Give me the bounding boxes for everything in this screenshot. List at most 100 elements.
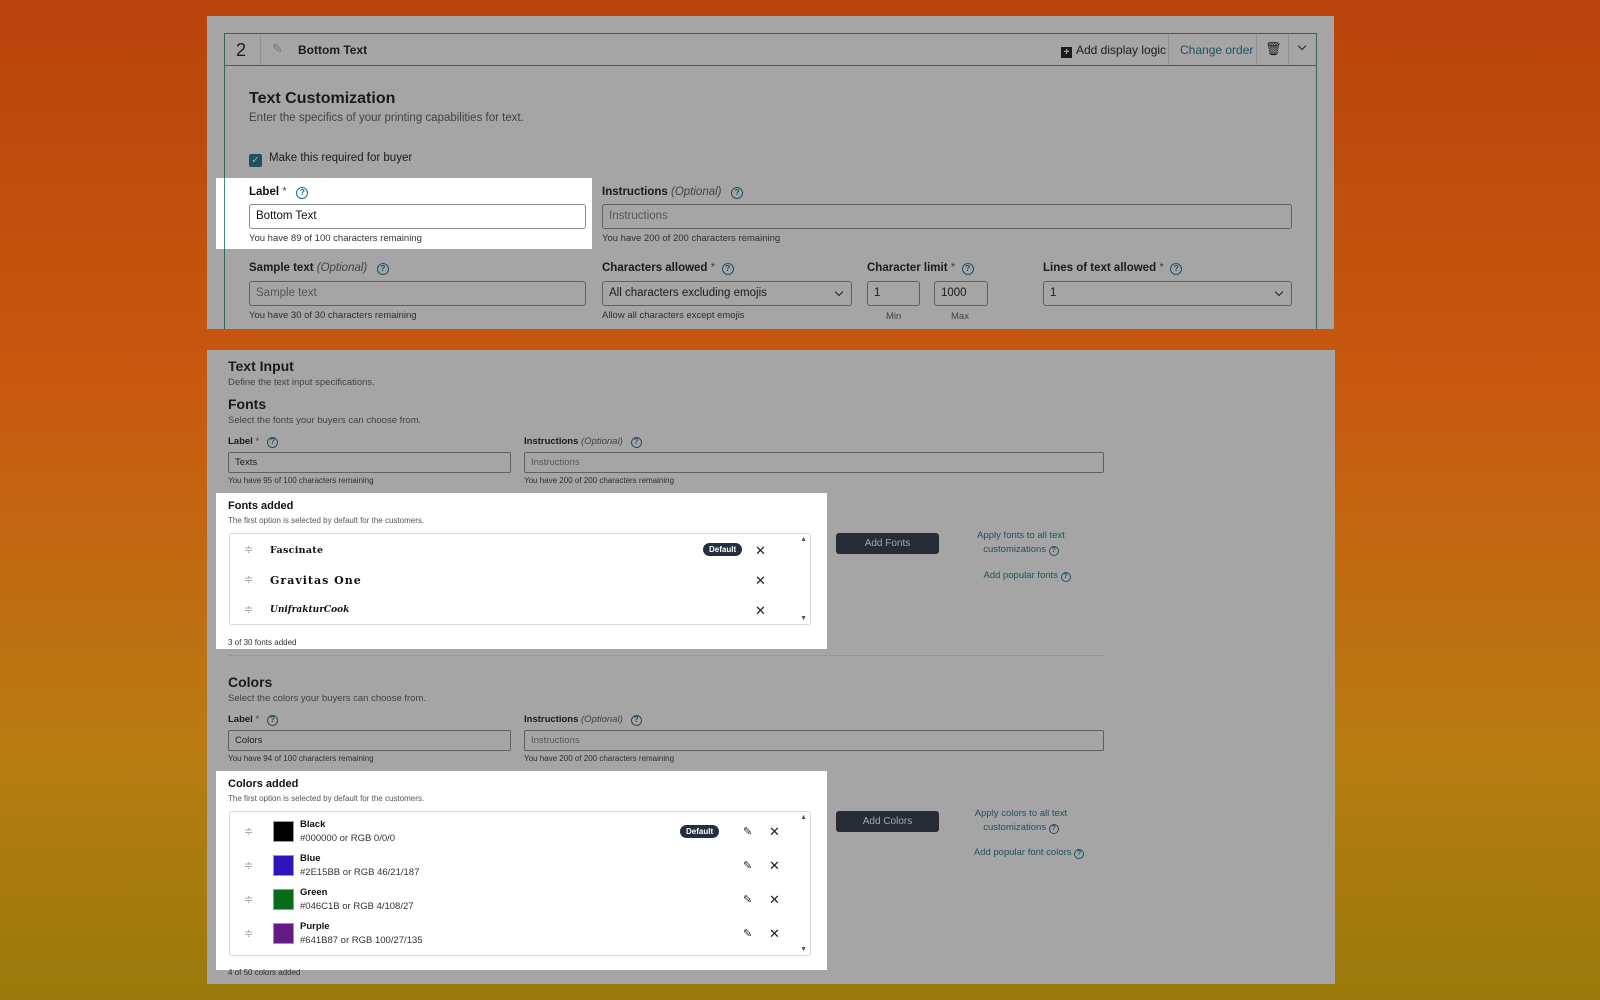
scroll-down-icon[interactable]: ▼ (800, 615, 807, 622)
add-colors-button[interactable]: Add Colors (836, 811, 939, 832)
characters-allowed-label: Characters allowed * ? (602, 262, 734, 275)
colors-title: Colors (228, 674, 273, 690)
label-field-label: Label * ? (249, 186, 309, 199)
font-name: Gravitas One (270, 574, 362, 587)
edit-icon[interactable]: ✎ (743, 927, 752, 940)
sample-text-input[interactable]: Sample text (249, 281, 586, 306)
character-limit-max-input[interactable]: 1000 (934, 281, 988, 306)
font-row[interactable]: ≑ Fascinate Default ✕ (230, 536, 810, 566)
colors-added-title: Colors added (228, 778, 299, 790)
scroll-down-icon[interactable]: ▼ (800, 946, 807, 953)
add-popular-colors-link[interactable]: Add popular font colors ? (964, 846, 1094, 860)
remove-icon[interactable]: ✕ (755, 574, 766, 587)
color-row[interactable]: ≑ Black #000000 or RGB 0/0/0 Default ✎ ✕ (230, 815, 810, 849)
card-title: Bottom Text (298, 43, 368, 57)
color-swatch (273, 923, 294, 944)
edit-icon[interactable]: ✎ (743, 859, 752, 872)
remove-icon[interactable]: ✕ (769, 893, 780, 906)
fonts-label-hint: You have 95 of 100 characters remaining (228, 476, 374, 485)
customization-card-header: 2 ✎ Bottom Text + Add display logic Chang… (224, 33, 1317, 66)
drag-handle-icon[interactable]: ≑ (244, 895, 253, 906)
sample-char-hint: You have 30 of 30 characters remaining (249, 310, 417, 321)
fonts-label-input[interactable]: Texts (228, 452, 511, 473)
help-icon[interactable]: ? (630, 715, 642, 726)
drag-handle-icon[interactable]: ≑ (244, 605, 253, 616)
label-char-hint: You have 89 of 100 characters remaining (249, 233, 422, 244)
section-subtitle: Enter the specifics of your printing cap… (249, 112, 524, 124)
add-popular-fonts-link[interactable]: Add popular fonts ? (977, 569, 1077, 583)
help-icon[interactable]: ? (630, 437, 642, 448)
color-code: #2E15BB or RGB 46/21/187 (300, 867, 420, 878)
color-row[interactable]: ≑ Blue #2E15BB or RGB 46/21/187 ✎ ✕ (230, 849, 810, 883)
color-row[interactable]: ≑ Green #046C1B or RGB 4/108/27 ✎ ✕ (230, 883, 810, 917)
text-customization-panel: 2 ✎ Bottom Text + Add display logic Chang… (207, 16, 1334, 329)
default-badge: Default (680, 825, 720, 838)
add-fonts-button[interactable]: Add Fonts (836, 533, 939, 554)
help-icon[interactable]: ? (1048, 824, 1059, 834)
edit-icon[interactable]: ✎ (743, 893, 752, 906)
color-code: #641B87 or RGB 100/27/135 (300, 935, 423, 946)
help-icon[interactable]: ? (296, 187, 309, 199)
instructions-field-label: Instructions (Optional) ? (602, 186, 744, 199)
min-caption: Min (886, 311, 902, 322)
drag-handle-icon[interactable]: ≑ (244, 929, 253, 940)
colors-added-subtitle: The first option is selected by default … (228, 794, 425, 803)
help-icon[interactable]: ? (267, 715, 279, 726)
drag-handle-icon[interactable]: ≑ (244, 861, 253, 872)
font-name: Fascinate (270, 545, 324, 556)
color-swatch (273, 821, 294, 842)
text-input-subtitle: Define the text input specifications. (228, 377, 375, 388)
instructions-input[interactable]: Instructions (602, 204, 1292, 229)
fonts-instructions-label: Instructions (Optional) ? (524, 436, 642, 448)
help-icon[interactable]: ? (376, 263, 389, 275)
help-icon[interactable]: ? (1074, 849, 1085, 859)
remove-icon[interactable]: ✕ (755, 604, 766, 617)
apply-colors-link[interactable]: Apply colors to all text customizations … (962, 807, 1080, 835)
fonts-title: Fonts (228, 396, 267, 412)
font-row[interactable]: ≑ Gravitas One ✕ (230, 566, 810, 596)
font-row[interactable]: ≑ UnifrakturCook ✕ (230, 596, 810, 626)
help-icon[interactable]: ? (1170, 263, 1183, 275)
remove-icon[interactable]: ✕ (755, 544, 766, 557)
help-icon[interactable]: ? (731, 187, 744, 199)
max-caption: Max (951, 311, 969, 322)
scroll-up-icon[interactable]: ▲ (800, 536, 807, 543)
fonts-added-title: Fonts added (228, 500, 294, 512)
edit-icon[interactable]: ✎ (743, 825, 752, 838)
help-icon[interactable]: ? (267, 437, 279, 448)
fonts-instructions-hint: You have 200 of 200 characters remaining (524, 476, 675, 485)
text-input-panel: Text Input Define the text input specifi… (207, 350, 1335, 984)
help-icon[interactable]: ? (961, 263, 974, 275)
drag-handle-icon[interactable]: ≑ (244, 545, 253, 556)
apply-fonts-link[interactable]: Apply fonts to all text customizations ? (962, 529, 1080, 557)
characters-allowed-select[interactable]: All characters excluding emojis (602, 281, 852, 306)
font-name: UnifrakturCook (270, 605, 350, 615)
fonts-count: 3 of 30 fonts added (228, 638, 297, 647)
add-display-logic-button[interactable]: + Add display logic (1061, 43, 1166, 58)
character-limit-min-input[interactable]: 1 (867, 281, 920, 306)
label-input[interactable]: Bottom Text (249, 204, 586, 229)
change-order-link[interactable]: Change order (1180, 43, 1253, 57)
colors-label-input[interactable]: Colors (228, 730, 511, 751)
scroll-up-icon[interactable]: ▲ (800, 814, 807, 821)
drag-handle-icon[interactable]: ≑ (244, 575, 253, 586)
fonts-instructions-input[interactable]: Instructions (524, 452, 1104, 473)
required-checkbox[interactable]: ✓ (249, 154, 262, 167)
color-row[interactable]: ≑ Purple #641B87 or RGB 100/27/135 ✎ ✕ (230, 917, 810, 951)
color-name: Green (300, 887, 328, 898)
drag-handle-icon[interactable]: ≑ (244, 827, 253, 838)
pencil-icon[interactable]: ✎ (272, 41, 283, 57)
lines-allowed-select[interactable]: 1 (1043, 281, 1292, 306)
help-icon[interactable]: ? (1048, 546, 1059, 556)
colors-instructions-input[interactable]: Instructions (524, 730, 1104, 751)
remove-icon[interactable]: ✕ (769, 859, 780, 872)
colors-instructions-hint: You have 200 of 200 characters remaining (524, 754, 675, 763)
character-limit-label: Character limit * ? (867, 262, 974, 275)
help-icon[interactable]: ? (1060, 572, 1071, 582)
characters-allowed-hint: Allow all characters except emojis (602, 310, 745, 321)
remove-icon[interactable]: ✕ (769, 825, 780, 838)
chevron-down-icon[interactable] (1296, 38, 1310, 52)
help-icon[interactable]: ? (721, 263, 734, 275)
remove-icon[interactable]: ✕ (769, 927, 780, 940)
trash-icon[interactable]: 🗑 (1265, 41, 1282, 57)
